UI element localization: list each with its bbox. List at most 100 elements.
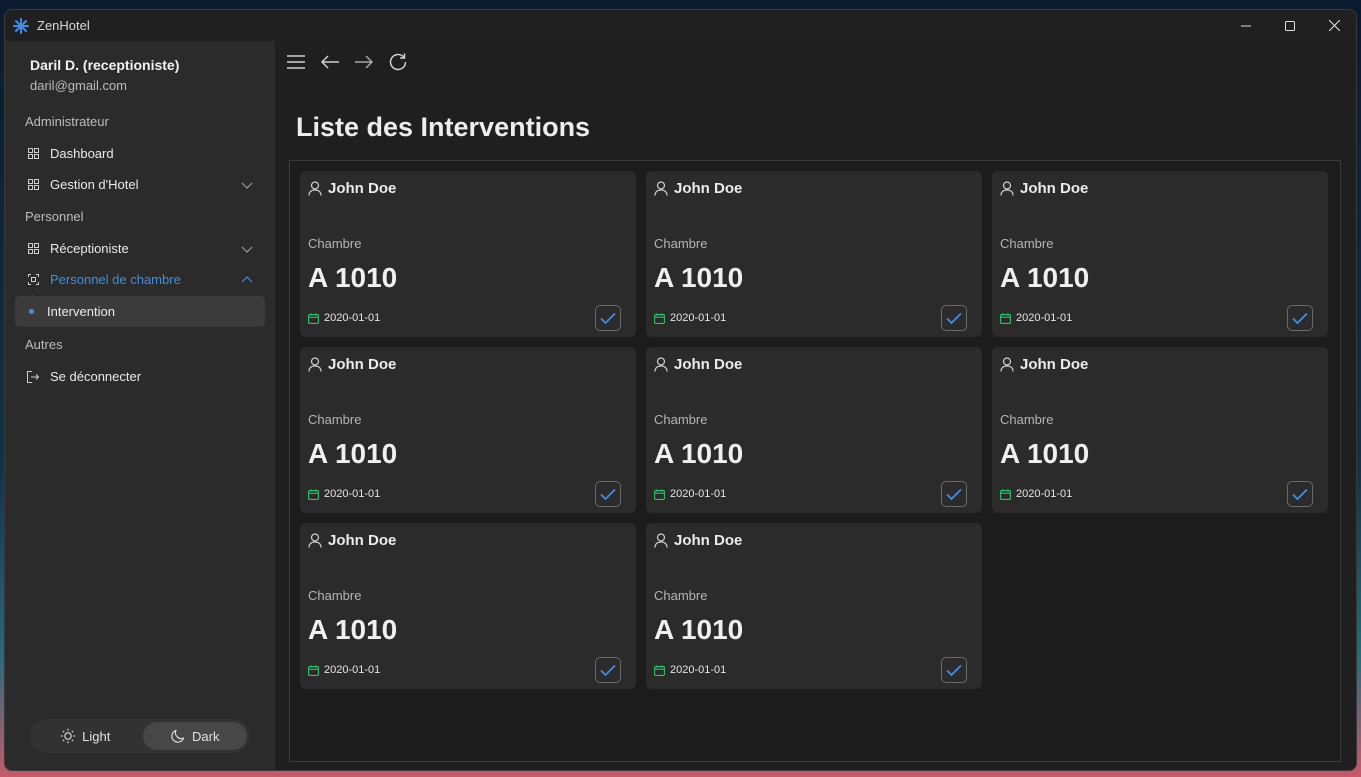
card-room-number: A 1010 <box>308 262 398 293</box>
card-checkbox[interactable] <box>941 481 967 507</box>
refresh-button[interactable] <box>387 51 409 73</box>
checkmark-icon <box>946 488 962 500</box>
intervention-card[interactable]: John Doe Chambre A 1010 2020-01-01 <box>300 171 636 337</box>
card-checkbox[interactable] <box>1287 481 1313 507</box>
card-date: 2020-01-01 <box>324 312 381 324</box>
user-email: daril@gmail.com <box>30 78 127 93</box>
checkmark-icon <box>600 312 616 324</box>
theme-light-label: Light <box>82 728 111 744</box>
calendar-icon <box>1000 488 1011 500</box>
user-icon <box>1000 181 1014 196</box>
card-person-name: John Doe <box>674 356 743 373</box>
sidebar-item-receptioniste[interactable]: Réceptioniste <box>15 233 265 264</box>
card-checkbox[interactable] <box>941 657 967 683</box>
menu-button[interactable] <box>285 51 307 73</box>
sidebar-item-intervention[interactable]: Intervention <box>15 296 265 327</box>
grid-icon <box>27 148 39 160</box>
card-room-number: A 1010 <box>654 614 744 645</box>
card-checkbox[interactable] <box>1287 305 1313 331</box>
user-icon <box>308 357 322 372</box>
user-icon <box>654 357 668 372</box>
card-room-number: A 1010 <box>654 262 744 293</box>
checkmark-icon <box>946 664 962 676</box>
page-title: Liste des Interventions <box>296 112 591 142</box>
card-date: 2020-01-01 <box>324 488 381 500</box>
intervention-card[interactable]: John Doe Chambre A 1010 2020-01-01 <box>300 347 636 513</box>
card-date: 2020-01-01 <box>670 664 727 676</box>
sidebar-item-label: Réceptioniste <box>50 241 129 256</box>
card-person-name: John Doe <box>1020 356 1089 373</box>
card-room-label: Chambre <box>654 412 708 427</box>
card-room-number: A 1010 <box>308 438 398 469</box>
intervention-card[interactable]: John Doe Chambre A 1010 2020-01-01 <box>646 347 982 513</box>
checkmark-icon <box>600 664 616 676</box>
theme-dark-label: Dark <box>192 728 220 744</box>
interventions-panel: John Doe Chambre A 1010 2020-01-01 John Doe C… <box>289 160 1341 762</box>
card-date: 2020-01-01 <box>670 312 727 324</box>
user-icon <box>1000 357 1014 372</box>
card-room-number: A 1010 <box>1000 262 1090 293</box>
back-button[interactable] <box>319 51 341 73</box>
card-room-number: A 1010 <box>308 614 398 645</box>
main-content: Liste des Interventions John Doe Chambre A… <box>275 41 1356 770</box>
sidebar-item-gestion-hotel[interactable]: Gestion d'Hotel <box>15 169 265 200</box>
card-checkbox[interactable] <box>595 481 621 507</box>
card-room-label: Chambre <box>308 236 362 251</box>
refresh-icon <box>389 53 407 71</box>
card-checkbox[interactable] <box>595 657 621 683</box>
checkmark-icon <box>946 312 962 324</box>
user-icon <box>308 181 322 196</box>
card-room-label: Chambre <box>1000 236 1054 251</box>
sidebar-item-personnel-chambre[interactable]: Personnel de chambre <box>15 264 265 295</box>
sidebar-item-dashboard[interactable]: Dashboard <box>15 138 265 169</box>
grid-icon <box>27 243 39 255</box>
maximize-button[interactable] <box>1268 10 1312 41</box>
calendar-icon <box>654 488 665 500</box>
card-date: 2020-01-01 <box>1016 488 1073 500</box>
checkmark-icon <box>1292 312 1308 324</box>
theme-toggle: Light Dark <box>30 719 250 753</box>
card-room-label: Chambre <box>654 588 708 603</box>
card-room-label: Chambre <box>308 412 362 427</box>
scan-icon <box>27 274 39 286</box>
sidebar-item-label: Se déconnecter <box>50 369 142 384</box>
forward-button[interactable] <box>353 51 375 73</box>
sun-icon <box>60 728 76 744</box>
logout-icon <box>27 370 39 383</box>
sidebar-item-label: Dashboard <box>50 146 114 161</box>
intervention-card[interactable]: John Doe Chambre A 1010 2020-01-01 <box>992 171 1328 337</box>
checkmark-icon <box>1292 488 1308 500</box>
chevron-up-icon <box>241 276 253 283</box>
toolbar <box>285 51 409 73</box>
calendar-icon <box>308 664 319 676</box>
close-button[interactable] <box>1312 10 1356 41</box>
card-person-name: John Doe <box>674 532 743 549</box>
calendar-icon <box>654 664 665 676</box>
user-icon <box>308 533 322 548</box>
app-logo-icon <box>13 17 29 34</box>
theme-dark-button[interactable]: Dark <box>142 722 247 750</box>
intervention-card[interactable]: John Doe Chambre A 1010 2020-01-01 <box>992 347 1328 513</box>
minimize-button[interactable] <box>1224 10 1268 41</box>
user-icon <box>654 181 668 196</box>
app-window: ZenHotel Daril D. (receptioniste) daril@… <box>4 9 1357 771</box>
sidebar-item-label: Personnel de chambre <box>50 272 181 287</box>
calendar-icon <box>308 312 319 324</box>
sidebar-item-logout[interactable]: Se déconnecter <box>15 361 265 392</box>
intervention-card[interactable]: John Doe Chambre A 1010 2020-01-01 <box>646 171 982 337</box>
card-person-name: John Doe <box>328 532 397 549</box>
section-label-personnel: Personnel <box>25 209 84 224</box>
card-checkbox[interactable] <box>941 305 967 331</box>
sidebar-item-label: Gestion d'Hotel <box>50 177 139 192</box>
calendar-icon <box>1000 312 1011 324</box>
intervention-card[interactable]: John Doe Chambre A 1010 2020-01-01 <box>646 523 982 689</box>
card-person-name: John Doe <box>328 356 397 373</box>
app-title: ZenHotel <box>37 18 90 33</box>
intervention-card[interactable]: John Doe Chambre A 1010 2020-01-01 <box>300 523 636 689</box>
section-label-admin: Administrateur <box>25 114 109 129</box>
card-person-name: John Doe <box>674 180 743 197</box>
theme-light-button[interactable]: Light <box>33 722 138 750</box>
card-date: 2020-01-01 <box>670 488 727 500</box>
card-checkbox[interactable] <box>595 305 621 331</box>
card-person-name: John Doe <box>1020 180 1089 197</box>
